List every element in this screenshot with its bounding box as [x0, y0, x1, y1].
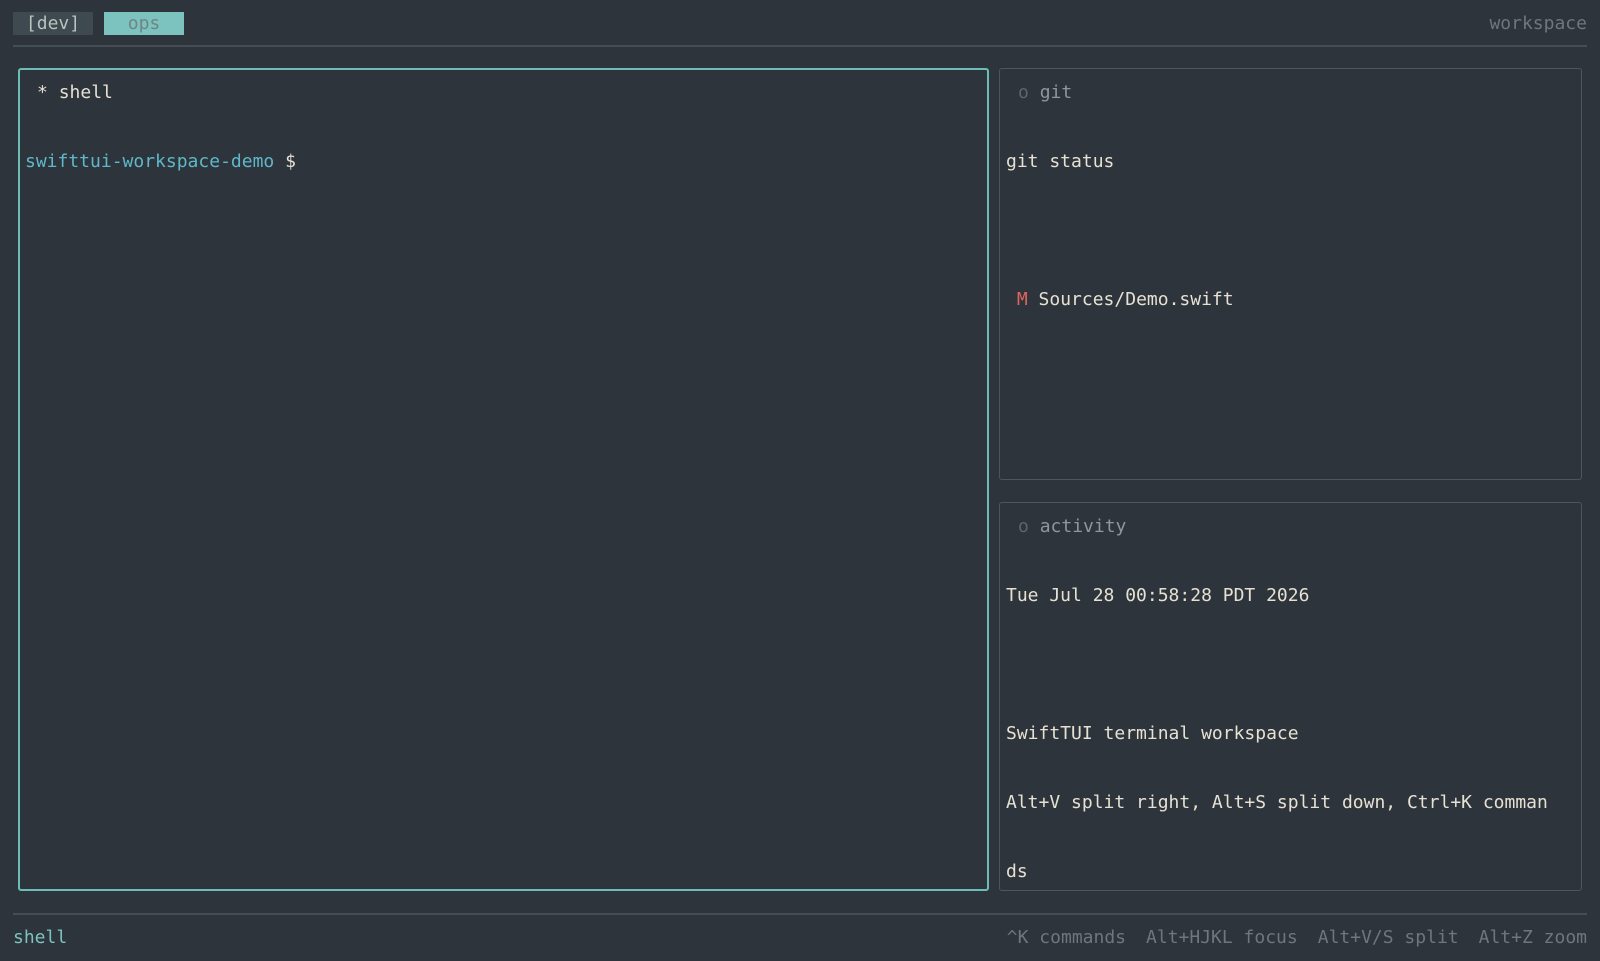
activity-help-line-wrap: ds — [1006, 861, 1028, 882]
shell-pane-title: * shell — [37, 81, 113, 104]
git-pane[interactable]: o git git status M Sources/Demo.swift — [999, 68, 1582, 480]
workspace-label: workspace — [1489, 13, 1587, 34]
shell-pane-focus-marker: * — [37, 82, 48, 103]
activity-pane-marker: o — [1018, 516, 1029, 537]
hint-focus[interactable]: Alt+HJKL focus — [1146, 927, 1298, 948]
shell-terminal-output[interactable]: swifttui-workspace-demo $ — [25, 104, 983, 219]
git-file-row: M Sources/Demo.swift — [1006, 288, 1577, 311]
tab-ops[interactable]: ops — [104, 12, 184, 35]
shell-prompt-path: swifttui-workspace-demo — [25, 151, 275, 172]
git-file-path: Sources/Demo.swift — [1038, 289, 1234, 310]
status-bar: shell ^K commands Alt+HJKL focus Alt+V/S s… — [0, 925, 1600, 950]
hint-commands[interactable]: ^K commands — [1007, 927, 1126, 948]
shell-pane[interactable]: * shell swifttui-workspace-demo $ — [18, 68, 989, 891]
activity-terminal-output[interactable]: Tue Jul 28 00:58:28 PDT 2026 SwiftTUI te… — [1006, 538, 1577, 929]
top-divider — [13, 45, 1587, 47]
shell-prompt-line: swifttui-workspace-demo $ — [25, 150, 983, 173]
tab-dev[interactable]: [dev] — [13, 12, 93, 35]
git-command-line: git status — [1006, 151, 1115, 172]
hint-zoom[interactable]: Alt+Z zoom — [1479, 927, 1587, 948]
git-terminal-output[interactable]: git status M Sources/Demo.swift — [1006, 104, 1577, 357]
git-pane-title: o git — [1018, 81, 1072, 104]
git-pane-title-label: git — [1039, 82, 1073, 103]
keyboard-hints: ^K commands Alt+HJKL focus Alt+V/S split Al… — [987, 925, 1587, 950]
activity-help-line: Alt+V split right, Alt+S split down, Ctr… — [1006, 792, 1548, 813]
bottom-divider — [13, 913, 1587, 915]
git-modified-flag: M — [1016, 289, 1028, 310]
activity-timestamp: Tue Jul 28 00:58:28 PDT 2026 — [1006, 585, 1310, 606]
shell-pane-title-label: shell — [58, 82, 113, 103]
activity-pane[interactable]: o activity Tue Jul 28 00:58:28 PDT 2026 … — [999, 502, 1582, 891]
activity-pane-title: o activity — [1018, 515, 1126, 538]
hint-split[interactable]: Alt+V/S split — [1318, 927, 1459, 948]
git-pane-marker: o — [1018, 82, 1029, 103]
tab-bar: [dev] ops workspace — [0, 0, 1600, 46]
shell-prompt-sign: $ — [285, 151, 296, 172]
activity-heading: SwiftTUI terminal workspace — [1006, 723, 1299, 744]
activity-pane-title-label: activity — [1039, 516, 1127, 537]
focused-pane-indicator: shell — [13, 927, 68, 948]
